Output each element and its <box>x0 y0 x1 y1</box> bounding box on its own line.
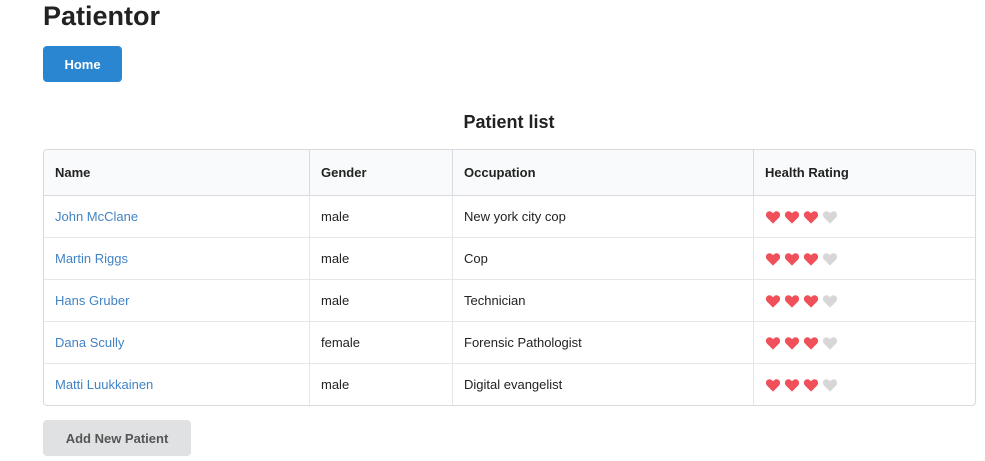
table-row: John McClane male New york city cop <box>44 196 975 238</box>
patient-occupation-cell: Forensic Pathologist <box>452 322 753 364</box>
patient-gender-cell: female <box>309 322 452 364</box>
heart-icon-filled <box>765 378 781 393</box>
heart-icon-filled <box>784 252 800 267</box>
patient-name-link[interactable]: Hans Gruber <box>55 293 129 308</box>
heart-icon-empty <box>822 252 838 267</box>
table-row: Martin Riggs male Cop <box>44 238 975 280</box>
health-rating-cell <box>753 238 975 280</box>
patient-name-cell: Dana Scully <box>44 322 309 364</box>
patient-name-link[interactable]: John McClane <box>55 209 138 224</box>
patient-gender-cell: male <box>309 196 452 238</box>
add-new-patient-button[interactable]: Add New Patient <box>43 420 191 456</box>
patient-name-cell: John McClane <box>44 196 309 238</box>
patient-name-link[interactable]: Matti Luukkainen <box>55 377 153 392</box>
column-header-gender: Gender <box>309 150 452 196</box>
patient-occupation-cell: Cop <box>452 238 753 280</box>
health-rating <box>765 378 838 393</box>
heart-icon-filled <box>765 336 781 351</box>
patient-gender-cell: male <box>309 238 452 280</box>
column-header-health-rating: Health Rating <box>753 150 975 196</box>
patient-name-link[interactable]: Martin Riggs <box>55 251 128 266</box>
heart-icon-empty <box>822 378 838 393</box>
health-rating-cell <box>753 196 975 238</box>
patient-name-cell: Matti Luukkainen <box>44 364 309 405</box>
column-header-name: Name <box>44 150 309 196</box>
heart-icon-filled <box>803 336 819 351</box>
health-rating-cell <box>753 364 975 405</box>
patient-name-cell: Martin Riggs <box>44 238 309 280</box>
heart-icon-filled <box>803 252 819 267</box>
health-rating <box>765 210 838 225</box>
heart-icon-filled <box>784 336 800 351</box>
table-row: Dana Scully female Forensic Pathologist <box>44 322 975 364</box>
health-rating-cell <box>753 322 975 364</box>
heart-icon-empty <box>822 336 838 351</box>
home-button[interactable]: Home <box>43 46 122 82</box>
patient-occupation-cell: New york city cop <box>452 196 753 238</box>
health-rating <box>765 336 838 351</box>
patient-name-link[interactable]: Dana Scully <box>55 335 124 350</box>
health-rating <box>765 294 838 309</box>
heart-icon-filled <box>803 294 819 309</box>
health-rating <box>765 252 838 267</box>
heart-icon-empty <box>822 210 838 225</box>
patient-gender-cell: male <box>309 280 452 322</box>
table-row: Matti Luukkainen male Digital evangelist <box>44 364 975 405</box>
heart-icon-empty <box>822 294 838 309</box>
patient-name-cell: Hans Gruber <box>44 280 309 322</box>
app-title: Patientor <box>43 1 161 31</box>
table-header-row: Name Gender Occupation Health Rating <box>44 150 975 196</box>
heart-icon-filled <box>784 378 800 393</box>
heart-icon-filled <box>803 378 819 393</box>
heart-icon-filled <box>765 252 781 267</box>
table-row: Hans Gruber male Technician <box>44 280 975 322</box>
column-header-occupation: Occupation <box>452 150 753 196</box>
patient-occupation-cell: Digital evangelist <box>452 364 753 405</box>
health-rating-cell <box>753 280 975 322</box>
heart-icon-filled <box>803 210 819 225</box>
heart-icon-filled <box>784 210 800 225</box>
patient-table: Name Gender Occupation Health Rating Joh… <box>43 149 976 406</box>
patient-occupation-cell: Technician <box>452 280 753 322</box>
heart-icon-filled <box>765 294 781 309</box>
heart-icon-filled <box>784 294 800 309</box>
heart-icon-filled <box>765 210 781 225</box>
patient-list-title: Patient list <box>463 112 555 132</box>
patient-gender-cell: male <box>309 364 452 405</box>
